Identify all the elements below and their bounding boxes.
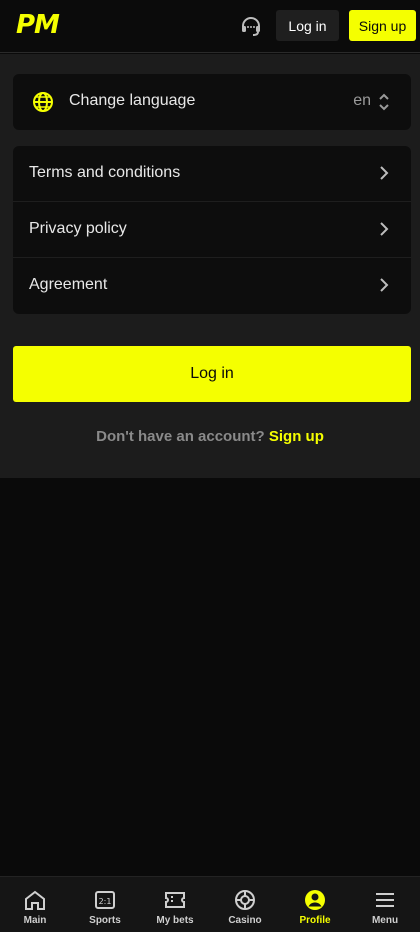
nav-profile[interactable]: Profile	[280, 877, 350, 932]
signup-link[interactable]: Sign up	[269, 428, 324, 445]
header-signup-button[interactable]: Sign up	[349, 10, 416, 41]
language-value: en	[353, 92, 371, 109]
globe-icon	[33, 92, 53, 112]
home-icon	[25, 890, 45, 910]
top-header: PM Log in Sign up	[0, 0, 420, 53]
ticket-icon	[165, 892, 185, 908]
header-login-button[interactable]: Log in	[276, 10, 339, 41]
chevron-updown-icon	[379, 93, 389, 111]
link-label: Terms and conditions	[29, 164, 181, 181]
nav-label: Sports	[89, 915, 121, 926]
headset-icon[interactable]	[239, 14, 263, 38]
no-account-text: Don't have an account?	[96, 428, 265, 445]
nav-label: Profile	[299, 915, 331, 926]
bottom-navigation: Main 2:1 Sports My bets Casino Profile M…	[0, 876, 420, 932]
login-button[interactable]: Log in	[13, 346, 411, 402]
terms-link[interactable]: Terms and conditions	[13, 146, 411, 202]
nav-menu[interactable]: Menu	[350, 877, 420, 932]
nav-my-bets[interactable]: My bets	[140, 877, 210, 932]
brand-logo[interactable]: PM	[16, 10, 60, 40]
signup-prompt: Don't have an account? Sign up	[0, 428, 420, 445]
roulette-icon	[235, 890, 255, 910]
chevron-right-icon	[380, 222, 389, 236]
chevron-right-icon	[380, 278, 389, 292]
change-language-row[interactable]: Change language en	[13, 74, 411, 130]
profile-icon	[305, 890, 325, 910]
scoreboard-icon: 2:1	[95, 891, 115, 909]
privacy-link[interactable]: Privacy policy	[13, 202, 411, 258]
agreement-link[interactable]: Agreement	[13, 258, 411, 314]
change-language-label: Change language	[69, 92, 196, 109]
menu-icon	[376, 893, 394, 907]
nav-label: Casino	[228, 915, 262, 926]
nav-casino[interactable]: Casino	[210, 877, 280, 932]
svg-text:2:1: 2:1	[99, 897, 112, 906]
nav-sports[interactable]: 2:1 Sports	[70, 877, 140, 932]
chevron-right-icon	[380, 166, 389, 180]
legal-links-list: Terms and conditions Privacy policy Agre…	[13, 146, 411, 314]
link-label: Agreement	[29, 276, 108, 293]
nav-label: My bets	[156, 915, 194, 926]
nav-main[interactable]: Main	[0, 877, 70, 932]
profile-panel: Change language en Terms and conditions …	[0, 54, 420, 478]
link-label: Privacy policy	[29, 220, 127, 237]
nav-label: Main	[23, 915, 47, 926]
nav-label: Menu	[371, 915, 399, 926]
